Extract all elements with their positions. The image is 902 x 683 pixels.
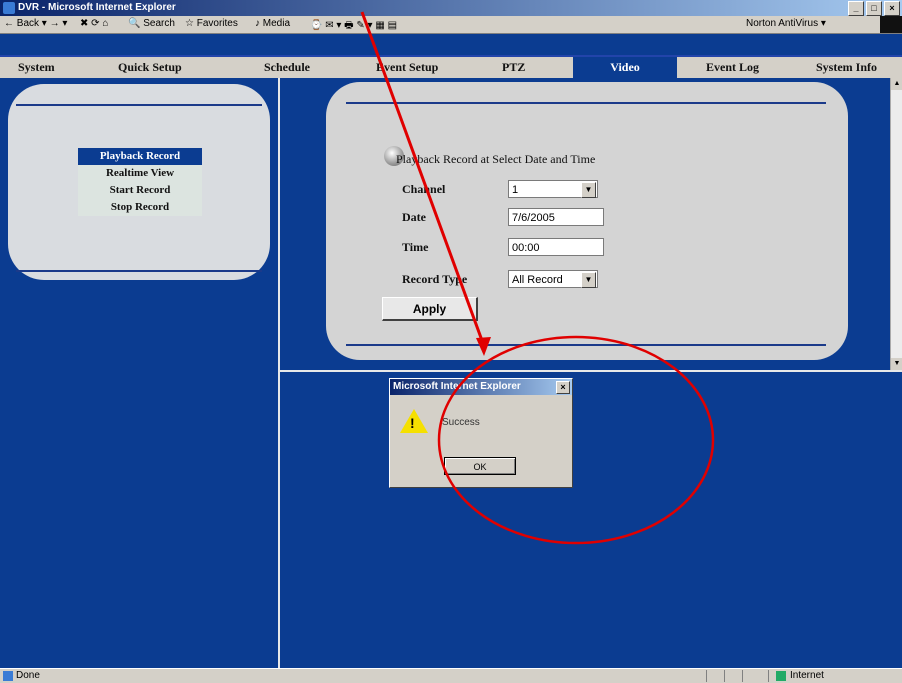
header-band — [0, 34, 902, 55]
channel-value: 1 — [512, 184, 519, 196]
scroll-down-icon[interactable]: ▼ — [891, 358, 902, 370]
divider — [16, 104, 262, 106]
media-button[interactable]: ♪ Media — [255, 18, 290, 29]
window-controls: _ □ × — [848, 1, 900, 16]
apply-button[interactable]: Apply — [382, 297, 478, 321]
history-mail-print-icons[interactable]: ⌚ ✉ ▾ 🖶 ✎ ▾ ▦ ▤ — [310, 18, 397, 35]
divider — [768, 670, 769, 682]
divider — [724, 670, 725, 682]
alert-dialog: Microsoft Internet Explorer × ! Success … — [389, 378, 573, 488]
channel-label: Channel — [402, 182, 446, 196]
search-label: Search — [143, 18, 175, 29]
status-bar: Done Internet — [0, 668, 902, 683]
record-type-label: Record Type — [402, 272, 468, 286]
vertical-scrollbar[interactable]: ▲ ▼ — [890, 78, 902, 370]
dialog-close-button[interactable]: × — [556, 381, 570, 394]
sidebar-menu: Playback Record Realtime View Start Reco… — [78, 148, 202, 216]
dialog-title: Microsoft Internet Explorer — [393, 381, 521, 392]
back-label: Back — [16, 18, 40, 29]
chevron-down-icon[interactable]: ▼ — [581, 272, 596, 288]
dialog-message: Success — [442, 417, 480, 428]
search-button[interactable]: 🔍 Search — [128, 18, 175, 29]
date-label: Date — [402, 210, 426, 224]
sidebar-item-stop-record[interactable]: Stop Record — [78, 199, 202, 216]
stop-refresh-home-icons[interactable]: ✖ ⟳ ⌂ — [80, 18, 108, 29]
nav-video[interactable]: Video — [573, 57, 677, 78]
content-area: Playback Record at Select Date and Time … — [280, 78, 890, 370]
left-panel: Playback Record Realtime View Start Reco… — [0, 78, 280, 668]
nav-schedule[interactable]: Schedule — [264, 60, 310, 75]
ok-button[interactable]: OK — [444, 457, 516, 475]
nav-quick-setup[interactable]: Quick Setup — [118, 60, 182, 75]
divider — [346, 102, 826, 104]
date-input[interactable]: 7/6/2005 — [508, 208, 604, 226]
status-text: Done — [16, 670, 40, 681]
record-type-select[interactable]: All Record ▼ — [508, 270, 598, 288]
norton-label: Norton AntiVirus — [746, 18, 819, 29]
maximize-button[interactable]: □ — [866, 1, 882, 16]
record-type-value: All Record — [512, 274, 563, 286]
exclamation-icon: ! — [410, 415, 415, 431]
close-window-button[interactable]: × — [884, 1, 900, 16]
sidebar-card: Playback Record Realtime View Start Reco… — [8, 84, 270, 280]
time-input[interactable]: 00:00 — [508, 238, 604, 256]
nav-system[interactable]: System — [18, 60, 55, 75]
channel-select[interactable]: 1 ▼ — [508, 180, 598, 198]
sidebar-item-playback-record[interactable]: Playback Record — [78, 148, 202, 165]
divider — [16, 270, 262, 272]
minimize-button[interactable]: _ — [848, 1, 864, 16]
playback-form-card: Playback Record at Select Date and Time … — [326, 82, 848, 360]
frame-divider — [280, 370, 902, 372]
globe-icon — [776, 671, 786, 681]
security-zone: Internet — [790, 670, 824, 681]
divider — [706, 670, 707, 682]
nav-event-setup[interactable]: Event Setup — [376, 60, 438, 75]
ie-logo-icon — [880, 16, 902, 33]
media-label: Media — [262, 18, 291, 29]
divider — [346, 344, 826, 346]
ie-icon — [3, 2, 15, 14]
norton-button[interactable]: Norton AntiVirus ▾ — [746, 18, 826, 29]
nav-system-info[interactable]: System Info — [816, 60, 877, 75]
page-icon — [3, 671, 13, 681]
favorites-button[interactable]: ☆ Favorites — [185, 18, 238, 29]
divider — [742, 670, 743, 682]
main-nav: System Quick Setup Schedule Event Setup … — [0, 55, 902, 80]
scroll-up-icon[interactable]: ▲ — [891, 78, 902, 90]
nav-ptz[interactable]: PTZ — [502, 60, 525, 75]
nav-video-label: Video — [610, 60, 640, 74]
form-heading: Playback Record at Select Date and Time — [396, 152, 596, 166]
back-button[interactable]: ← Back ▾ → ▾ — [4, 18, 67, 29]
window-title: DVR - Microsoft Internet Explorer — [18, 2, 176, 13]
chevron-down-icon[interactable]: ▼ — [581, 182, 596, 198]
dialog-title-bar: Microsoft Internet Explorer × — [390, 379, 572, 395]
nav-event-log[interactable]: Event Log — [706, 60, 759, 75]
sidebar-item-realtime-view[interactable]: Realtime View — [78, 165, 202, 182]
browser-toolbar: ← Back ▾ → ▾ ✖ ⟳ ⌂ 🔍 Search ☆ Favorites … — [0, 16, 902, 34]
time-label: Time — [402, 240, 429, 254]
sidebar-item-start-record[interactable]: Start Record — [78, 182, 202, 199]
window-title-bar: DVR - Microsoft Internet Explorer _ □ × — [0, 0, 902, 16]
favorites-label: Favorites — [196, 18, 238, 29]
